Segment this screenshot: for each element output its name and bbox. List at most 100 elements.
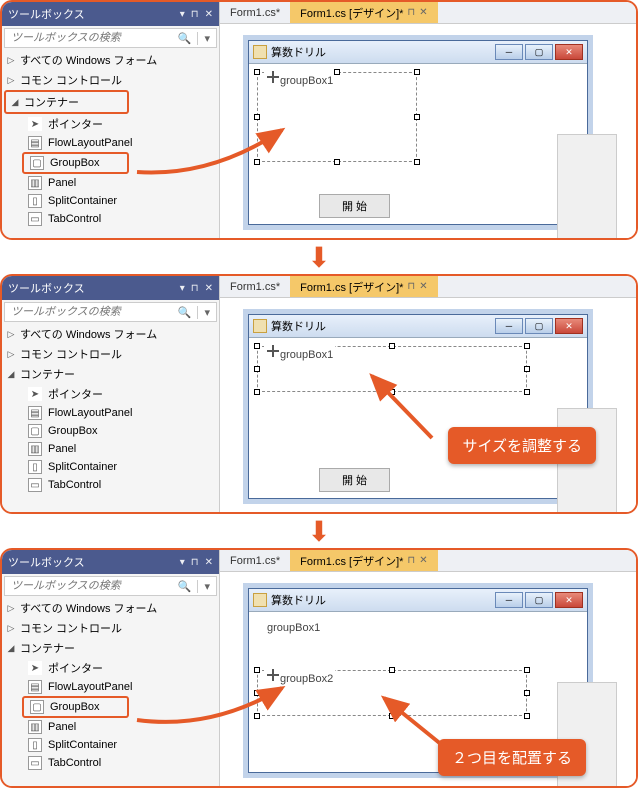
tab-design[interactable]: Form1.cs [デザイン]*⊓✕ — [290, 550, 438, 571]
groupbox1-designer[interactable]: groupBox1 — [257, 346, 527, 392]
category-common-controls[interactable]: ▷コモン コントロール — [2, 70, 219, 90]
toolbox-item-panel[interactable]: ▥Panel — [2, 174, 219, 192]
groupbox2-designer[interactable]: groupBox2 — [257, 670, 527, 716]
resize-handle[interactable] — [254, 389, 260, 395]
search-dropdown-icon[interactable]: ▾ — [197, 580, 216, 593]
toolbox-item-tabcontrol[interactable]: ▭TabControl — [2, 754, 219, 772]
resize-handle[interactable] — [254, 343, 260, 349]
toolbox-item-flowlayoutpanel[interactable]: ▤FlowLayoutPanel — [2, 134, 219, 152]
close-icon[interactable]: ✕ — [205, 9, 213, 20]
close-icon[interactable]: ✕ — [419, 7, 427, 18]
dropdown-icon[interactable]: ▾ — [180, 283, 185, 294]
resize-handle[interactable] — [524, 343, 530, 349]
resize-handle[interactable] — [254, 114, 260, 120]
pin-icon[interactable]: ⊓ — [407, 555, 415, 566]
resize-handle[interactable] — [254, 690, 260, 696]
dropdown-icon[interactable]: ▾ — [180, 9, 185, 20]
toolbox-item-panel[interactable]: ▥Panel — [2, 718, 219, 736]
start-button[interactable]: 開 始 — [319, 194, 390, 218]
item-label: TabControl — [48, 213, 101, 225]
category-all-windows-forms[interactable]: ▷すべての Windows フォーム — [2, 324, 219, 344]
search-dropdown-icon[interactable]: ▾ — [197, 306, 216, 319]
resize-handle[interactable] — [334, 159, 340, 165]
close-icon[interactable]: ✕ — [419, 281, 427, 292]
dropdown-icon[interactable]: ▾ — [180, 557, 185, 568]
toolbox-item-flowlayoutpanel[interactable]: ▤FlowLayoutPanel — [2, 404, 219, 422]
search-icon[interactable]: 🔍 — [172, 32, 198, 45]
resize-handle[interactable] — [524, 366, 530, 372]
toolbox-item-groupbox[interactable]: ▢GroupBox — [2, 422, 219, 440]
resize-handle[interactable] — [389, 667, 395, 673]
toolbox-item-splitcontainer[interactable]: ▯SplitContainer — [2, 192, 219, 210]
category-container[interactable]: ◢コンテナー — [2, 364, 219, 384]
maximize-button[interactable]: ▢ — [525, 592, 553, 608]
search-input[interactable] — [5, 29, 172, 47]
resize-handle[interactable] — [254, 713, 260, 719]
resize-handle[interactable] — [524, 713, 530, 719]
groupbox1-label-static: groupBox1 — [267, 622, 320, 634]
toolbox-item-flowlayoutpanel[interactable]: ▤FlowLayoutPanel — [2, 678, 219, 696]
pin-icon[interactable]: ⊓ — [191, 557, 199, 568]
close-icon[interactable]: ✕ — [205, 557, 213, 568]
toolbox-item-splitcontainer[interactable]: ▯SplitContainer — [2, 736, 219, 754]
resize-handle[interactable] — [254, 667, 260, 673]
resize-handle[interactable] — [389, 343, 395, 349]
toolbox-item-panel[interactable]: ▥Panel — [2, 440, 219, 458]
caret-down-icon: ◢ — [10, 97, 20, 108]
pin-icon[interactable]: ⊓ — [407, 281, 415, 292]
tab-code[interactable]: Form1.cs* — [220, 276, 290, 297]
pin-icon[interactable]: ⊓ — [191, 283, 199, 294]
category-common-controls[interactable]: ▷コモン コントロール — [2, 344, 219, 364]
resize-handle[interactable] — [414, 159, 420, 165]
tab-code[interactable]: Form1.cs* — [220, 550, 290, 571]
resize-handle[interactable] — [334, 69, 340, 75]
minimize-button[interactable]: ─ — [495, 44, 523, 60]
maximize-button[interactable]: ▢ — [525, 44, 553, 60]
toolbox-item-pointer[interactable]: ➤ポインター — [2, 114, 219, 134]
search-icon[interactable]: 🔍 — [172, 306, 198, 319]
resize-handle[interactable] — [524, 690, 530, 696]
tab-design[interactable]: Form1.cs [デザイン]*⊓✕ — [290, 2, 438, 23]
category-all-windows-forms[interactable]: ▷すべての Windows フォーム — [2, 598, 219, 618]
toolbox-item-groupbox[interactable]: ▢GroupBox — [22, 152, 129, 174]
category-common-controls[interactable]: ▷コモン コントロール — [2, 618, 219, 638]
close-button[interactable]: ✕ — [555, 592, 583, 608]
resize-handle[interactable] — [414, 69, 420, 75]
toolbox-item-splitcontainer[interactable]: ▯SplitContainer — [2, 458, 219, 476]
resize-handle[interactable] — [254, 69, 260, 75]
resize-handle[interactable] — [254, 366, 260, 372]
close-icon[interactable]: ✕ — [419, 555, 427, 566]
resize-handle[interactable] — [524, 667, 530, 673]
pin-icon[interactable]: ⊓ — [407, 7, 415, 18]
close-button[interactable]: ✕ — [555, 318, 583, 334]
resize-handle[interactable] — [414, 114, 420, 120]
toolbox-item-pointer[interactable]: ➤ポインター — [2, 384, 219, 404]
resize-handle[interactable] — [254, 159, 260, 165]
pin-icon[interactable]: ⊓ — [191, 9, 199, 20]
document-tabs: Form1.cs* Form1.cs [デザイン]*⊓✕ — [220, 550, 636, 572]
resize-handle[interactable] — [389, 389, 395, 395]
tab-code[interactable]: Form1.cs* — [220, 2, 290, 23]
maximize-button[interactable]: ▢ — [525, 318, 553, 334]
tab-design[interactable]: Form1.cs [デザイン]*⊓✕ — [290, 276, 438, 297]
groupbox1-designer[interactable]: groupBox1 — [257, 72, 417, 162]
category-container[interactable]: ◢コンテナー — [2, 638, 219, 658]
search-icon[interactable]: 🔍 — [172, 580, 198, 593]
search-input[interactable] — [5, 577, 172, 595]
toolbox-item-pointer[interactable]: ➤ポインター — [2, 658, 219, 678]
item-label: SplitContainer — [48, 739, 117, 751]
minimize-button[interactable]: ─ — [495, 318, 523, 334]
close-button[interactable]: ✕ — [555, 44, 583, 60]
toolbox-item-tabcontrol[interactable]: ▭TabControl — [2, 476, 219, 494]
category-all-windows-forms[interactable]: ▷すべての Windows フォーム — [2, 50, 219, 70]
resize-handle[interactable] — [389, 713, 395, 719]
minimize-button[interactable]: ─ — [495, 592, 523, 608]
toolbox-item-tabcontrol[interactable]: ▭TabControl — [2, 210, 219, 228]
start-button[interactable]: 開 始 — [319, 468, 390, 492]
resize-handle[interactable] — [524, 389, 530, 395]
search-dropdown-icon[interactable]: ▾ — [197, 32, 216, 45]
toolbox-item-groupbox[interactable]: ▢GroupBox — [22, 696, 129, 718]
close-icon[interactable]: ✕ — [205, 283, 213, 294]
search-input[interactable] — [5, 303, 172, 321]
category-container[interactable]: ◢コンテナー — [4, 90, 129, 114]
